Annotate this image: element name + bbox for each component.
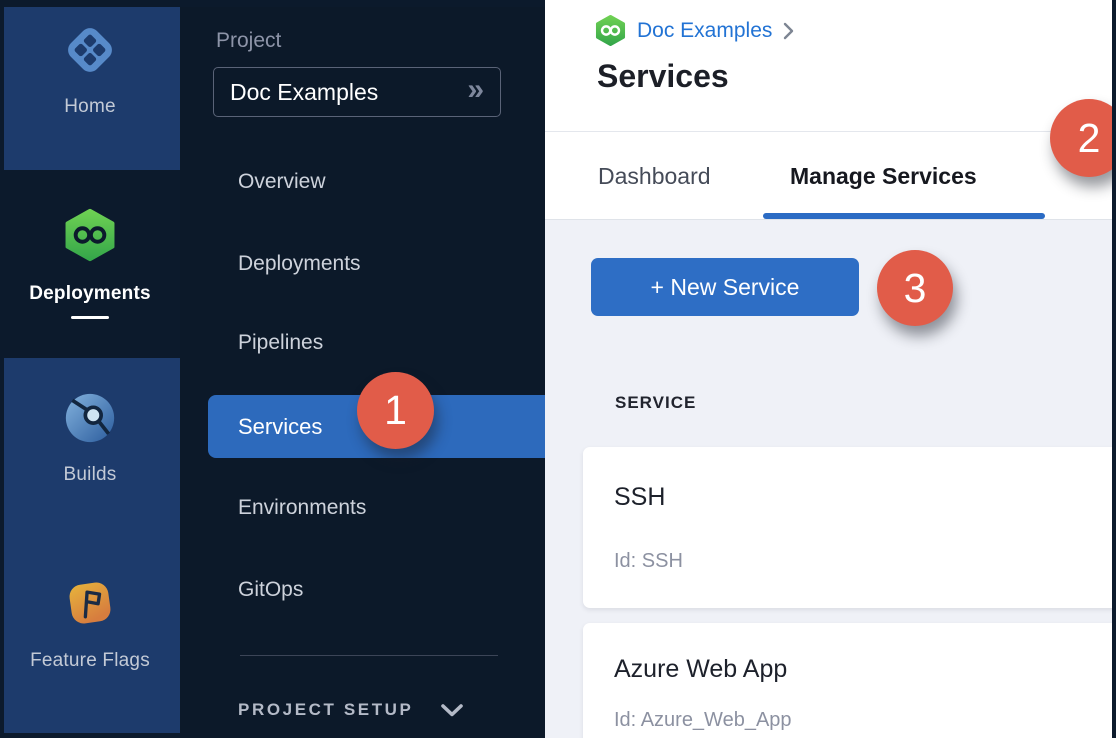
manage-services-panel: + New Service SERVICE SSH Id: SSH Azure … <box>545 219 1116 738</box>
rail-active-underline <box>71 316 109 319</box>
project-hexagon-icon <box>595 15 626 46</box>
module-rail: Home Deployments <box>0 0 180 738</box>
service-name: SSH <box>614 483 665 512</box>
header-divider <box>545 131 1116 132</box>
window-top-edge <box>0 0 545 7</box>
rail-item-label: Builds <box>64 464 117 486</box>
service-column-header: SERVICE <box>615 393 696 413</box>
sidebar-item-environments[interactable]: Environments <box>238 496 366 520</box>
page-title: Services <box>597 58 729 95</box>
project-name: Doc Examples <box>230 79 467 106</box>
window-right-edge <box>1112 0 1116 738</box>
window-bottom-edge <box>0 733 180 738</box>
feature-flags-icon <box>64 577 116 629</box>
deployments-icon <box>63 208 117 262</box>
window-left-edge <box>0 0 4 738</box>
home-icon <box>63 23 117 77</box>
project-setup-toggle[interactable]: PROJECT SETUP <box>238 700 464 720</box>
tab-manage-services[interactable]: Manage Services <box>790 163 977 190</box>
sidebar-item-deployments[interactable]: Deployments <box>238 252 361 276</box>
sidebar-item-label: Services <box>238 414 322 440</box>
chevron-down-icon <box>440 703 464 718</box>
project-selector[interactable]: Doc Examples » <box>213 67 501 117</box>
tab-dashboard[interactable]: Dashboard <box>598 163 711 190</box>
service-card-azure-web-app[interactable]: Azure Web App Id: Azure_Web_App <box>583 623 1116 738</box>
project-sidebar: Project Doc Examples » Overview Deployme… <box>180 0 545 738</box>
rail-item-label: Home <box>64 96 115 118</box>
rail-item-builds[interactable]: Builds <box>0 358 180 545</box>
project-label: Project <box>216 29 281 53</box>
service-name: Azure Web App <box>614 655 787 684</box>
sidebar-divider <box>240 655 498 656</box>
sidebar-item-gitops[interactable]: GitOps <box>238 578 303 602</box>
app-window: Home Deployments <box>0 0 1116 738</box>
builds-icon <box>64 392 116 444</box>
service-id: Id: SSH <box>614 550 683 573</box>
rail-item-deployments[interactable]: Deployments <box>0 170 180 358</box>
rail-item-feature-flags[interactable]: Feature Flags <box>0 545 180 733</box>
rail-item-label: Deployments <box>29 283 151 305</box>
double-chevron-icon[interactable]: » <box>467 75 484 105</box>
annotation-badge-3: 3 <box>877 250 953 326</box>
chevron-right-icon <box>783 22 794 40</box>
service-card-ssh[interactable]: SSH Id: SSH <box>583 447 1116 608</box>
annotation-badge-1: 1 <box>357 372 434 449</box>
rail-item-label: Feature Flags <box>30 650 150 672</box>
project-setup-label: PROJECT SETUP <box>238 700 414 720</box>
rail-item-home[interactable]: Home <box>0 8 180 170</box>
new-service-button[interactable]: + New Service <box>591 258 859 316</box>
sidebar-item-overview[interactable]: Overview <box>238 170 326 194</box>
main-content: Doc Examples Services Dashboard Manage S… <box>545 0 1116 738</box>
breadcrumb: Doc Examples <box>595 15 794 46</box>
sidebar-item-pipelines[interactable]: Pipelines <box>238 331 323 355</box>
service-id: Id: Azure_Web_App <box>614 709 792 732</box>
breadcrumb-project-link[interactable]: Doc Examples <box>637 19 772 43</box>
